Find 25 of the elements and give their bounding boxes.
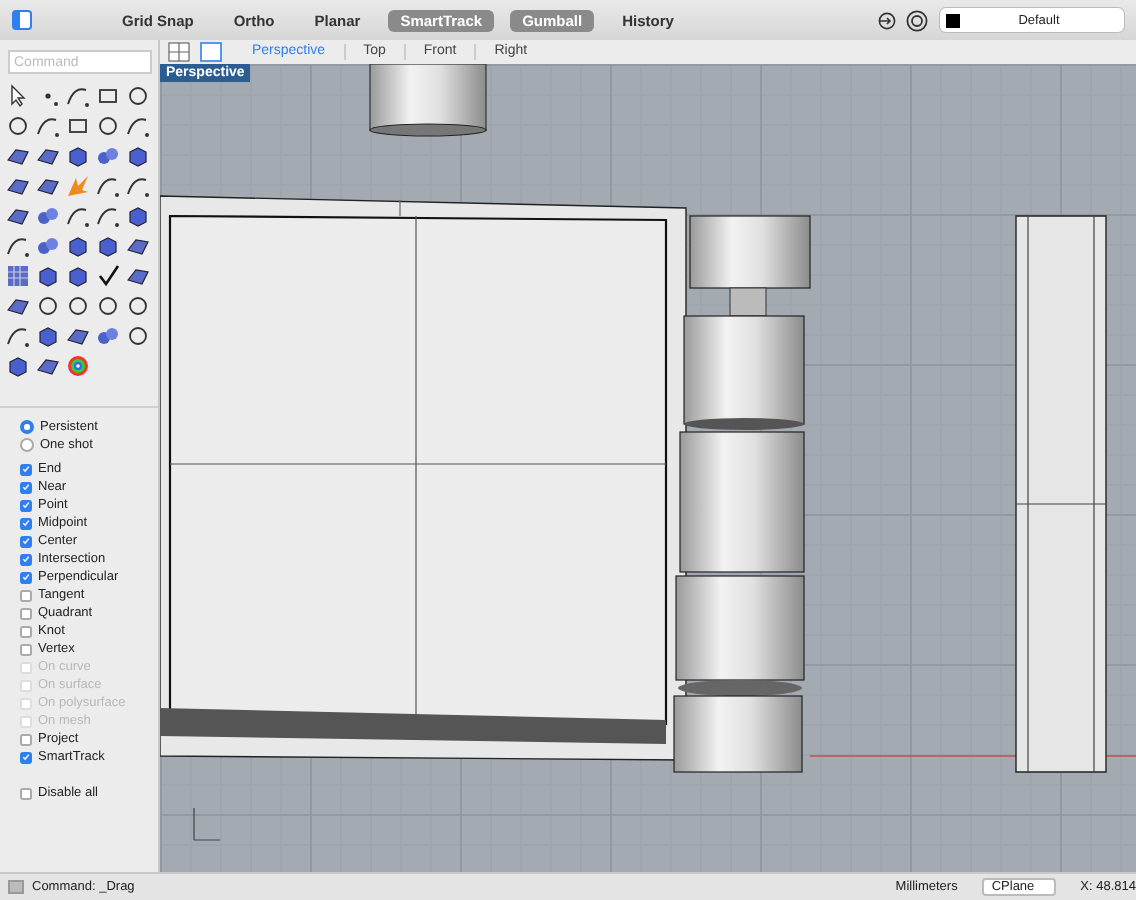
checkbox[interactable]	[20, 751, 32, 763]
checkbox[interactable]	[20, 517, 32, 529]
checkbox[interactable]	[20, 481, 32, 493]
layer-color-swatch	[946, 13, 960, 27]
target-icon[interactable]	[906, 9, 928, 31]
checkbox[interactable]	[20, 607, 32, 619]
radio-button[interactable]	[20, 420, 34, 434]
axis-icon	[193, 807, 221, 841]
checkbox[interactable]	[20, 643, 32, 655]
sidebar-toggle-icon[interactable]	[12, 10, 32, 30]
checkbox[interactable]	[20, 571, 32, 583]
checkbox[interactable]	[20, 463, 32, 475]
checkbox[interactable]	[20, 733, 32, 745]
tool-icon[interactable]	[94, 260, 122, 290]
radio-button[interactable]	[20, 438, 34, 452]
checkbox[interactable]	[20, 553, 32, 565]
checkbox[interactable]	[20, 535, 32, 547]
checkbox[interactable]	[20, 625, 32, 637]
checkbox[interactable]	[20, 499, 32, 511]
circle-arrow-icon[interactable]	[878, 11, 896, 29]
checkbox[interactable]	[20, 787, 32, 799]
four-view-icon[interactable]	[168, 42, 190, 62]
cylinder-drawing	[369, 64, 487, 137]
checkbox[interactable]	[20, 589, 32, 601]
single-view-icon[interactable]	[200, 42, 222, 62]
